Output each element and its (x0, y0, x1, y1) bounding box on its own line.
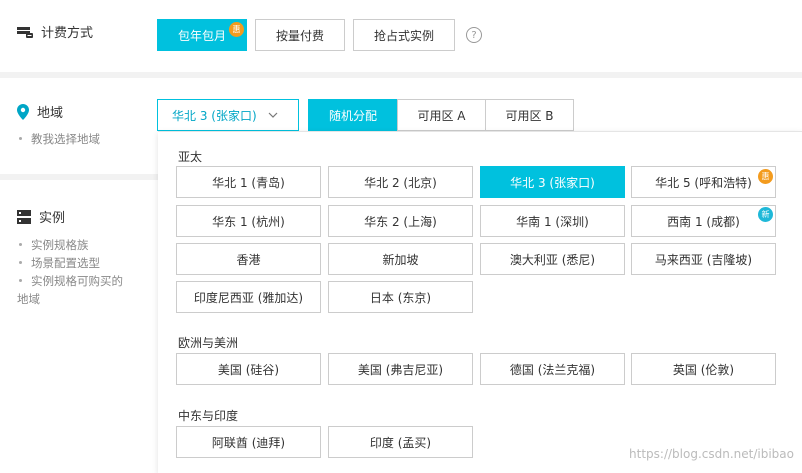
region-option-shenzhen[interactable]: 华南 1 (深圳) (480, 205, 625, 237)
region-option-dubai[interactable]: 阿联酋 (迪拜) (176, 426, 321, 458)
instance-link-region-label: 地域 (17, 292, 40, 306)
region-option-singapore[interactable]: 新加坡 (328, 243, 473, 275)
discount-badge: 惠 (758, 169, 773, 184)
region-option-huhehaote[interactable]: 华北 5 (呼和浩特) (631, 166, 776, 198)
region-option-zhangjiakou-label: 华北 3 (张家口) (510, 175, 595, 190)
region-option-kualalumpur[interactable]: 马来西亚 (吉隆坡) (631, 243, 776, 275)
region-select-value: 华北 3 (张家口) (172, 108, 257, 123)
billing-option-preemptible-label: 抢占式实例 (373, 28, 434, 43)
group-title-europe-americas: 欧洲与美洲 (178, 336, 239, 350)
region-option-siliconvalley[interactable]: 美国 (硅谷) (176, 353, 321, 385)
region-option-chengdu-label: 西南 1 (成都) (667, 214, 740, 229)
region-option-hongkong[interactable]: 香港 (176, 243, 321, 275)
region-option-mumbai-label: 印度 (孟买) (369, 435, 432, 450)
new-badge: 新 (758, 207, 773, 222)
region-option-shenzhen-label: 华南 1 (深圳) (516, 214, 589, 229)
region-option-qingdao-label: 华北 1 (青岛) (212, 175, 285, 190)
server-icon (17, 209, 31, 224)
location-pin-icon (17, 103, 29, 120)
region-option-shanghai-label: 华东 2 (上海) (364, 214, 437, 229)
billing-title: 计费方式 (17, 22, 93, 41)
zone-a[interactable]: 可用区 A (397, 99, 486, 131)
instance-link-scenario-label: 场景配置选型 (31, 256, 100, 270)
instance-label: 实例 (39, 211, 66, 226)
region-option-sydney-label: 澳大利亚 (悉尼) (509, 252, 596, 267)
region-option-qingdao[interactable]: 华北 1 (青岛) (176, 166, 321, 198)
region-help-link-label: 教我选择地域 (31, 132, 100, 146)
region-option-chengdu[interactable]: 西南 1 (成都) (631, 205, 776, 237)
region-option-kualalumpur-label: 马来西亚 (吉隆坡) (654, 252, 753, 267)
region-option-virginia[interactable]: 美国 (弗吉尼亚) (328, 353, 473, 385)
region-option-hongkong-label: 香港 (236, 252, 261, 267)
region-option-jakarta-label: 印度尼西亚 (雅加达) (193, 290, 304, 305)
group-title-middle-east-india: 中东与印度 (178, 409, 239, 423)
region-label: 地域 (37, 106, 64, 121)
region-option-siliconvalley-label: 美国 (硅谷) (217, 362, 280, 377)
zone-random[interactable]: 随机分配 (308, 99, 398, 131)
billing-label: 计费方式 (41, 26, 94, 41)
region-option-hangzhou-label: 华东 1 (杭州) (212, 214, 285, 229)
zone-random-label: 随机分配 (328, 108, 377, 123)
region-option-huhehaote-label: 华北 5 (呼和浩特) (655, 175, 752, 190)
region-option-tokyo-label: 日本 (东京) (369, 290, 432, 305)
zone-a-label: 可用区 A (417, 108, 466, 123)
instance-link-family[interactable]: 实例规格族 (17, 236, 123, 254)
watermark: https://blog.csdn.net/ibibao (629, 447, 794, 461)
instance-help-list: 实例规格族 场景配置选型 实例规格可购买的 地域 (17, 236, 123, 308)
region-option-london[interactable]: 英国 (伦敦) (631, 353, 776, 385)
instance-link-family-label: 实例规格族 (31, 238, 89, 252)
region-option-frankfurt-label: 德国 (法兰克福) (509, 362, 596, 377)
region-option-shanghai[interactable]: 华东 2 (上海) (328, 205, 473, 237)
billing-option-monthly-label: 包年包月 (177, 28, 226, 43)
billing-icon (17, 25, 33, 39)
instance-link-region[interactable]: 地域 (17, 290, 123, 308)
help-icon[interactable]: ? (466, 27, 482, 43)
region-option-frankfurt[interactable]: 德国 (法兰克福) (480, 353, 625, 385)
billing-option-preemptible[interactable]: 抢占式实例 (353, 19, 455, 51)
region-option-tokyo[interactable]: 日本 (东京) (328, 281, 473, 313)
region-option-singapore-label: 新加坡 (382, 252, 419, 267)
region-title: 地域 (17, 102, 63, 121)
region-option-dubai-label: 阿联酋 (迪拜) (211, 435, 286, 450)
region-option-beijing-label: 华北 2 (北京) (364, 175, 437, 190)
region-option-beijing[interactable]: 华北 2 (北京) (328, 166, 473, 198)
group-title-asia-pacific: 亚太 (178, 150, 203, 164)
discount-badge: 惠 (229, 22, 244, 37)
region-option-sydney[interactable]: 澳大利亚 (悉尼) (480, 243, 625, 275)
region-option-zhangjiakou[interactable]: 华北 3 (张家口) (480, 166, 625, 198)
region-option-hangzhou[interactable]: 华东 1 (杭州) (176, 205, 321, 237)
region-help-list: 教我选择地域 (17, 130, 100, 148)
region-option-virginia-label: 美国 (弗吉尼亚) (357, 362, 444, 377)
region-option-jakarta[interactable]: 印度尼西亚 (雅加达) (176, 281, 321, 313)
zone-selector: 随机分配 可用区 A 可用区 B (308, 99, 574, 131)
zone-b[interactable]: 可用区 B (485, 99, 574, 131)
chevron-down-icon (268, 109, 278, 123)
region-option-london-label: 英国 (伦敦) (672, 362, 735, 377)
instance-link-available[interactable]: 实例规格可购买的 (17, 272, 123, 290)
billing-option-pay-as-you-go-label: 按量付费 (275, 28, 324, 43)
instance-title: 实例 (17, 207, 65, 226)
region-select[interactable]: 华北 3 (张家口) (157, 99, 299, 131)
instance-link-available-label: 实例规格可购买的 (31, 274, 123, 288)
region-help-link[interactable]: 教我选择地域 (17, 130, 100, 148)
instance-link-scenario[interactable]: 场景配置选型 (17, 254, 123, 272)
region-option-mumbai[interactable]: 印度 (孟买) (328, 426, 473, 458)
billing-option-pay-as-you-go[interactable]: 按量付费 (255, 19, 345, 51)
zone-b-label: 可用区 B (505, 108, 554, 123)
